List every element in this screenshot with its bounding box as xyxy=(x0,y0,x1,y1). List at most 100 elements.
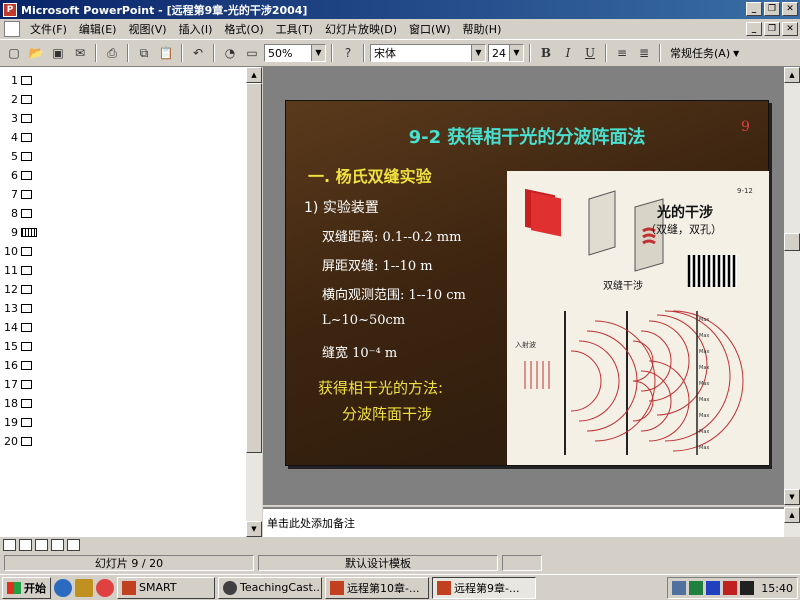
slide-canvas[interactable]: 9-2 获得相干光的分波阵面法 9 一. 杨氏双缝实验 1) 实验装置 双缝距离… xyxy=(285,100,769,466)
save-icon[interactable]: ▣ xyxy=(48,43,68,63)
menu-format[interactable]: 格式(O) xyxy=(218,21,269,37)
design-template[interactable]: 默认设计模板 xyxy=(258,555,498,571)
outline-pane[interactable]: 1 2 3 4 5 6 7 8 9 10 11 12 13 14 15 16 1… xyxy=(0,67,262,537)
outline-slide-item[interactable]: 12 xyxy=(0,280,261,299)
task-smart[interactable]: SMART xyxy=(117,576,215,599)
slide-text-line[interactable]: 缝宽 10⁻⁴ m xyxy=(322,342,397,361)
notes-scrollbar[interactable]: ▲ xyxy=(784,507,800,537)
network-icon[interactable] xyxy=(689,581,704,595)
slide-method-value[interactable]: 分波阵面干涉 xyxy=(342,403,432,424)
outline-slide-item[interactable]: 2 xyxy=(0,90,261,109)
internet-explorer-icon[interactable] xyxy=(54,578,72,597)
outline-slide-item[interactable]: 6 xyxy=(0,166,261,185)
copy-icon[interactable]: ⧉ xyxy=(134,43,154,63)
help-icon[interactable]: ? xyxy=(338,43,358,63)
slide-subtitle[interactable]: 一. 杨氏双缝实验 xyxy=(308,163,432,187)
slide-view-button[interactable] xyxy=(35,539,48,551)
scroll-up-icon[interactable]: ▲ xyxy=(784,67,800,83)
underline-button[interactable]: U xyxy=(580,43,600,63)
scroll-down-icon[interactable]: ▼ xyxy=(246,521,262,537)
scroll-up-icon[interactable]: ▲ xyxy=(246,67,262,83)
volume-icon[interactable] xyxy=(672,581,687,595)
common-tasks-button[interactable]: 常规任务(A) ▼ xyxy=(666,43,743,63)
outline-slide-item[interactable]: 11 xyxy=(0,261,261,280)
double-slit-figure[interactable]: 光的干涉 （双缝，双孔） 9-12 双缝干涉 入射波 Max Max Max Max… xyxy=(507,171,769,465)
tray-app-icon[interactable] xyxy=(723,581,738,595)
task-powerpoint-ch10[interactable]: 远程第10章-... xyxy=(325,576,429,599)
slide-text-line[interactable]: 横向观测范围: 1--10 cm xyxy=(322,284,466,303)
scroll-thumb[interactable] xyxy=(784,233,800,251)
folder-icon[interactable] xyxy=(75,578,93,597)
slide-method-label[interactable]: 获得相干光的方法: xyxy=(318,377,443,398)
scroll-down-icon[interactable]: ▼ xyxy=(784,489,800,505)
outline-slide-item[interactable]: 16 xyxy=(0,356,261,375)
outline-slide-item[interactable]: 17 xyxy=(0,375,261,394)
slide-scrollbar[interactable]: ▲ ▼ xyxy=(784,67,800,505)
menu-insert[interactable]: 插入(I) xyxy=(173,21,219,37)
task-teachingcast[interactable]: TeachingCast... xyxy=(218,576,322,599)
slide-text-line[interactable]: 屏距双缝: 1--10 m xyxy=(322,255,433,274)
slide-text-line[interactable]: 双缝距离: 0.1--0.2 mm xyxy=(322,226,461,245)
undo-icon[interactable]: ↶ xyxy=(188,43,208,63)
doc-close-button[interactable]: ✕ xyxy=(782,22,798,36)
outline-slide-item[interactable]: 7 xyxy=(0,185,261,204)
bold-button[interactable]: B xyxy=(536,43,556,63)
outline-slide-item[interactable]: 13 xyxy=(0,299,261,318)
outline-slide-item[interactable]: 5 xyxy=(0,147,261,166)
task-powerpoint-ch9[interactable]: 远程第9章-... xyxy=(432,576,536,599)
notes-pane[interactable]: 单击此处添加备注 xyxy=(263,507,784,537)
new-slide-icon[interactable]: ▭ xyxy=(242,43,262,63)
font-select[interactable]: 宋体 ▼ xyxy=(370,44,486,62)
scroll-thumb[interactable] xyxy=(246,83,262,453)
menu-window[interactable]: 窗口(W) xyxy=(403,21,456,37)
doc-minimize-button[interactable]: _ xyxy=(746,22,762,36)
align-left-icon[interactable]: ≡ xyxy=(612,43,632,63)
start-button[interactable]: 开始 xyxy=(2,576,51,599)
new-icon[interactable]: ▢ xyxy=(4,43,24,63)
chevron-down-icon[interactable]: ▼ xyxy=(311,45,325,61)
paste-icon[interactable]: 📋 xyxy=(156,43,176,63)
close-button[interactable]: ✕ xyxy=(782,2,798,16)
menu-view[interactable]: 视图(V) xyxy=(122,21,172,37)
outline-slide-item[interactable]: 8 xyxy=(0,204,261,223)
slide-title[interactable]: 9-2 获得相干光的分波阵面法 xyxy=(286,123,768,149)
menu-tools[interactable]: 工具(T) xyxy=(270,21,319,37)
print-icon[interactable]: ⎙ xyxy=(102,43,122,63)
outline-slide-item[interactable]: 20 xyxy=(0,432,261,451)
chevron-down-icon[interactable]: ▼ xyxy=(471,45,485,61)
powerpoint-app-icon[interactable]: P xyxy=(3,2,17,17)
font-size-select[interactable]: 24 ▼ xyxy=(488,44,524,62)
minimize-button[interactable]: _ xyxy=(746,2,762,16)
open-icon[interactable]: 📂 xyxy=(26,43,46,63)
notes-placeholder[interactable]: 单击此处添加备注 xyxy=(267,517,355,530)
outline-slide-item[interactable]: 15 xyxy=(0,337,261,356)
outline-slide-item[interactable]: 3 xyxy=(0,109,261,128)
media-icon[interactable] xyxy=(96,578,114,597)
outline-slide-item[interactable]: 19 xyxy=(0,413,261,432)
menu-slideshow[interactable]: 幻灯片放映(D) xyxy=(319,21,403,37)
outline-view-button[interactable] xyxy=(19,539,32,551)
document-icon[interactable] xyxy=(4,21,20,37)
slide-bullet[interactable]: 1) 实验装置 xyxy=(304,197,379,217)
menu-file[interactable]: 文件(F) xyxy=(24,21,73,37)
chevron-down-icon[interactable]: ▼ xyxy=(509,45,523,61)
outline-slide-item[interactable]: 18 xyxy=(0,394,261,413)
scroll-up-icon[interactable]: ▲ xyxy=(784,507,800,523)
restore-button[interactable]: ❐ xyxy=(764,2,780,16)
outline-slide-item[interactable]: 10 xyxy=(0,242,261,261)
outline-slide-item[interactable]: 1 xyxy=(0,71,261,90)
outline-slide-item[interactable]: 9 xyxy=(0,223,261,242)
insert-chart-icon[interactable]: ◔ xyxy=(220,43,240,63)
normal-view-button[interactable] xyxy=(3,539,16,551)
menu-help[interactable]: 帮助(H) xyxy=(457,21,508,37)
slide-sorter-button[interactable] xyxy=(51,539,64,551)
tray-app-icon[interactable] xyxy=(740,581,755,595)
outline-slide-item[interactable]: 4 xyxy=(0,128,261,147)
slide-text-line[interactable]: L~10~50cm xyxy=(322,313,405,328)
slideshow-button[interactable] xyxy=(67,539,80,551)
zoom-select[interactable]: 50% ▼ xyxy=(264,44,326,62)
italic-button[interactable]: I xyxy=(558,43,578,63)
outline-scrollbar[interactable]: ▲ ▼ xyxy=(246,67,262,537)
menu-edit[interactable]: 编辑(E) xyxy=(73,21,123,37)
doc-restore-button[interactable]: ❐ xyxy=(764,22,780,36)
